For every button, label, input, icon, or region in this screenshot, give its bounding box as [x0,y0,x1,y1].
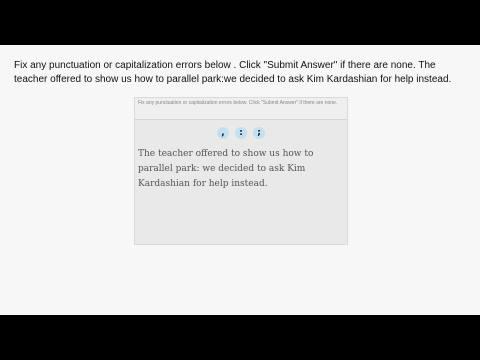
editable-sentence[interactable]: The teacher offered to show us how to pa… [138,147,344,192]
instruction-text: Fix any punctuation or capitalization er… [14,60,452,85]
colon-choice-button[interactable]: : [235,127,247,139]
semicolon-choice-button[interactable]: ; [253,127,265,139]
panel-header-text: Fix any punctuation or capitalization er… [135,98,347,120]
punctuation-choices: , : ; [135,127,347,139]
video-frame: Fix any punctuation or capitalization er… [0,45,480,315]
comma-choice-button[interactable]: , [217,127,229,139]
exercise-panel: Fix any punctuation or capitalization er… [134,97,348,245]
